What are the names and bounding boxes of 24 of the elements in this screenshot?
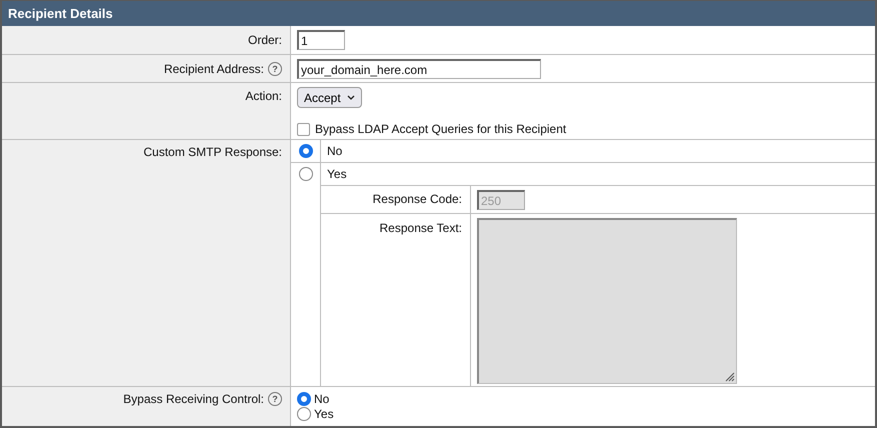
radio-button[interactable] [298, 144, 312, 158]
field-label: Order: [248, 33, 282, 47]
option-label: No [314, 392, 330, 406]
order-field[interactable]: 1 [297, 30, 345, 50]
radio-button[interactable] [298, 167, 312, 181]
field-label: Recipient Address: [164, 62, 264, 76]
option-label: Yes [314, 406, 334, 420]
field-label: Response Code: [372, 192, 462, 208]
field-label: Bypass Receiving Control: [123, 392, 264, 406]
field-label: Action: [245, 89, 282, 103]
field-label: Response Text: [380, 221, 462, 237]
help-icon[interactable]: ? [268, 392, 282, 406]
option-label: No [327, 144, 342, 158]
radio-button[interactable] [297, 392, 311, 406]
help-icon[interactable]: ? [268, 62, 282, 76]
panel-title: Recipient Details [2, 1, 875, 26]
caret-icon [346, 95, 355, 100]
option-label: Yes [327, 167, 347, 181]
action-dropdown[interactable]: Accept [297, 87, 362, 108]
checkbox-label: Bypass LDAP Accept Queries for this Recipient [315, 122, 566, 136]
field-label: Custom SMTP Response: [144, 145, 282, 159]
recipient-address-field[interactable]: your_domain_here.com [297, 59, 541, 79]
checkbox[interactable] [297, 122, 310, 136]
radio-button[interactable] [297, 406, 311, 420]
